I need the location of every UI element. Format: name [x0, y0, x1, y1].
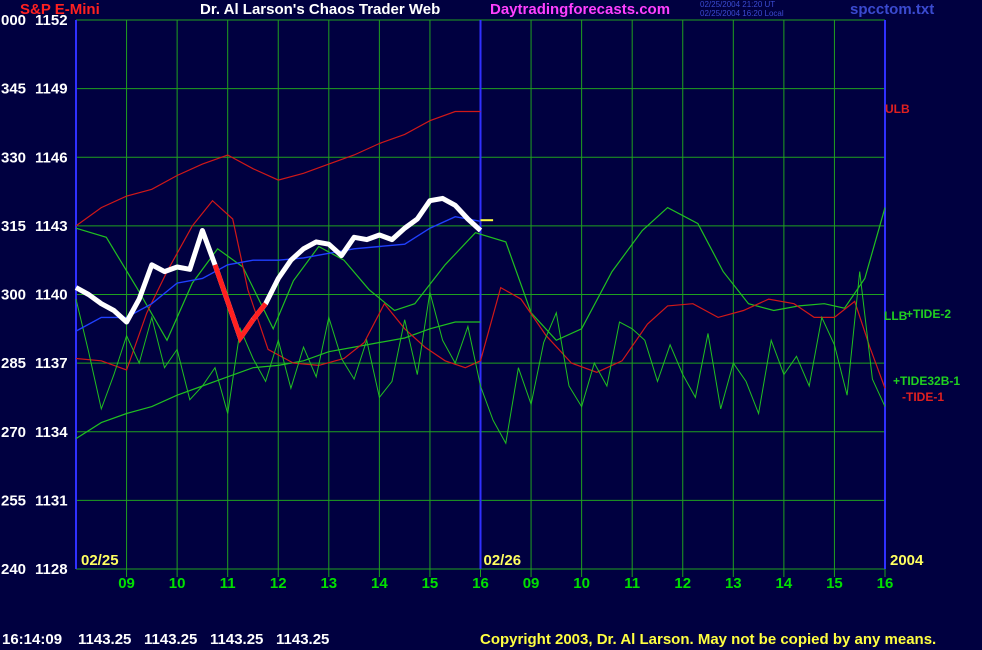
- x-tick-label: 14: [776, 575, 793, 592]
- y-tick-label-right: 1149: [35, 81, 68, 98]
- x-tick-label: 16: [877, 575, 894, 592]
- status-close: 1143.25: [276, 631, 330, 648]
- date-label-start: 02/25: [81, 552, 119, 569]
- status-high: 1143.25: [144, 631, 198, 648]
- y-tick-label-right: 1131: [35, 492, 68, 509]
- x-tick-label: 11: [624, 575, 640, 592]
- y-tick-label-right: 1152: [35, 12, 68, 29]
- x-tick-label: 15: [826, 575, 843, 592]
- x-tick-label: 15: [422, 575, 439, 592]
- status-time: 16:14:09: [2, 631, 63, 648]
- y-tick-label-left: 315: [1, 218, 26, 235]
- status-low: 1143.25: [210, 631, 264, 648]
- y-tick-label-right: 1134: [35, 424, 68, 441]
- y-tick-label-right: 1146: [35, 149, 68, 166]
- series-label-llb: LLB: [884, 309, 908, 323]
- x-tick-label: 13: [725, 575, 742, 592]
- y-tick-label-left: 240: [1, 561, 26, 578]
- x-tick-label: 11: [220, 575, 236, 592]
- x-tick-label: 13: [320, 575, 337, 592]
- y-tick-label-left: 300: [1, 287, 26, 304]
- y-tick-label-left: 330: [1, 149, 26, 166]
- x-tick-label: 09: [118, 575, 135, 592]
- x-tick-label: 14: [371, 575, 388, 592]
- y-tick-label-left: 000: [1, 12, 26, 29]
- x-tick-label: 09: [523, 575, 540, 592]
- y-tick-label-left: 345: [1, 81, 26, 98]
- date-label-next: 02/26: [484, 552, 522, 569]
- y-tick-label-right: 1140: [35, 287, 68, 304]
- y-tick-label-right: 1137: [35, 355, 68, 372]
- year-label: 2004: [890, 552, 924, 569]
- series-label-tide-1: -TIDE-1: [902, 390, 944, 404]
- y-tick-label-right: 1143: [35, 218, 68, 235]
- x-tick-label: 16: [472, 575, 489, 592]
- chart-grid: [75, 19, 886, 577]
- status-open: 1143.25: [78, 631, 132, 648]
- y-tick-label-left: 255: [1, 492, 26, 509]
- series-label-ulb: ULB: [885, 102, 910, 116]
- x-tick-label: 10: [573, 575, 590, 592]
- price-chart: 000 1152 345 1149 330 1146 315 1143 300 1140 285 11…: [1, 12, 960, 592]
- x-tick-label: 12: [674, 575, 691, 592]
- copyright-notice: Copyright 2003, Dr. Al Larson. May not b…: [480, 631, 937, 648]
- y-tick-label-left: 270: [1, 424, 26, 441]
- series-label-tide-2: +TIDE-2: [906, 307, 951, 321]
- x-tick-label: 10: [169, 575, 186, 592]
- x-tick-label: 12: [270, 575, 287, 592]
- y-tick-label-right: 1128: [35, 561, 68, 578]
- series-label-tide32b-1: +TIDE32B-1: [893, 374, 960, 388]
- y-tick-label-left: 285: [1, 355, 26, 372]
